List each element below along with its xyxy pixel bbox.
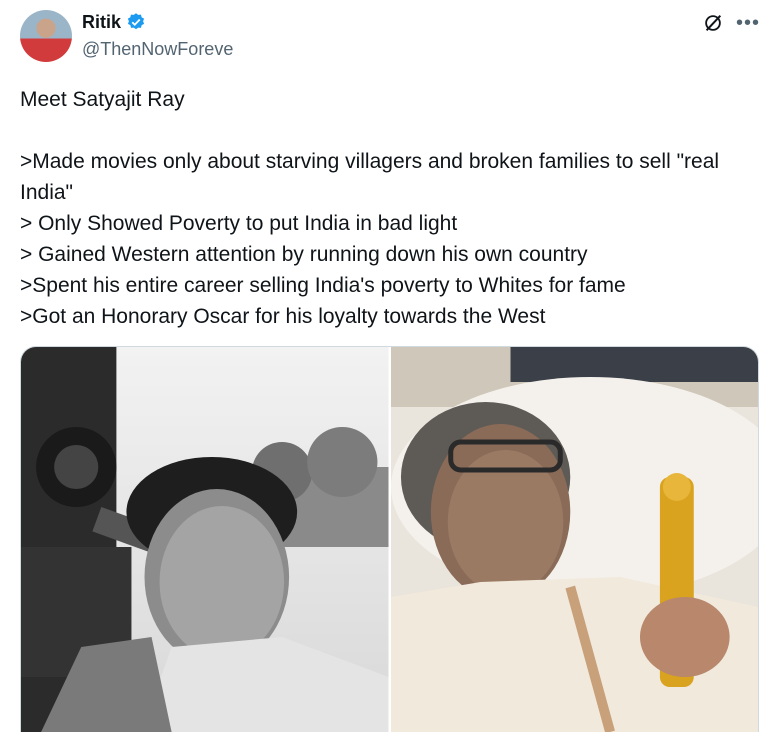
tweet-line: >Spent his entire career selling India's… <box>20 274 626 297</box>
verified-badge-icon <box>126 12 146 32</box>
display-name[interactable]: Ritik <box>82 11 121 33</box>
photo-hospital-bed-oscar[interactable] <box>390 347 758 732</box>
grok-icon[interactable] <box>702 12 724 34</box>
tweet-text: Meet Satyajit Ray >Made movies only abou… <box>20 84 760 332</box>
tweet-media <box>20 346 759 732</box>
tweet-line: >Made movies only about starving village… <box>20 150 720 204</box>
user-name-row[interactable]: Ritik <box>82 11 146 33</box>
tweet-line: > Gained Western attention by running do… <box>20 243 588 266</box>
tweet-line: > Only Showed Poverty to put India in ba… <box>20 212 458 235</box>
tweet-line: >Got an Honorary Oscar for his loyalty t… <box>20 305 546 328</box>
photo-camera-portrait[interactable] <box>21 347 389 732</box>
tweet-actions: ••• <box>702 12 760 34</box>
more-options-icon[interactable]: ••• <box>736 13 760 33</box>
avatar[interactable] <box>20 10 72 62</box>
tweet-header: Ritik @ThenNowForeve ••• <box>20 10 760 66</box>
user-handle[interactable]: @ThenNowForeve <box>82 38 233 60</box>
tweet-line: Meet Satyajit Ray <box>20 88 185 111</box>
